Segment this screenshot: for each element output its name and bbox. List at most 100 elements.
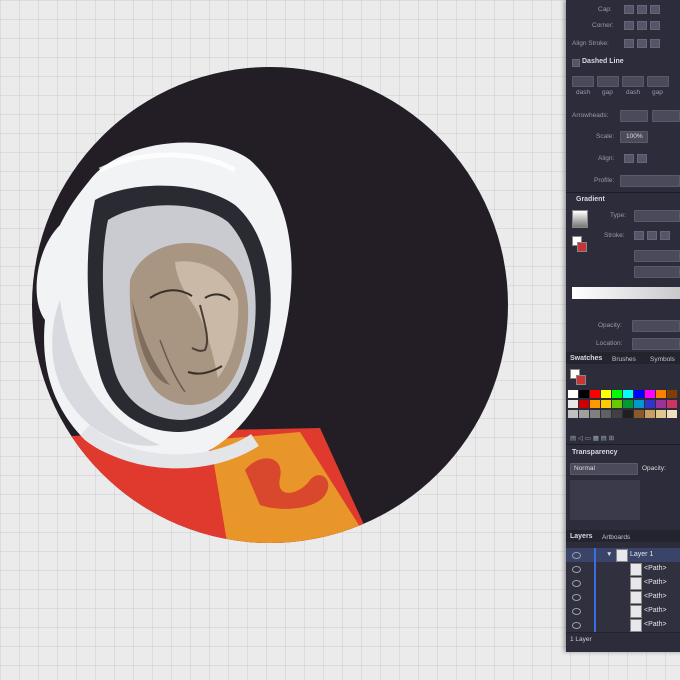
swatch-library-icon[interactable]: ▤ ◁ ▭ ▦ ▤ ⊞ [570,434,614,442]
color-swatch[interactable] [612,400,622,408]
sublayer-row[interactable]: <Path> [566,562,680,577]
tab-artboards[interactable]: Artboards [602,534,630,541]
transparency-title: Transparency [572,449,618,456]
tab-symbols[interactable]: Symbols [650,356,675,363]
panel-divider-2 [566,444,680,445]
stroke-swatch[interactable] [577,242,587,252]
align-inside-button[interactable] [637,39,647,48]
gradient-slider[interactable] [572,287,680,299]
color-swatch[interactable] [623,400,633,408]
color-swatch[interactable] [634,400,644,408]
blend-mode-value: Normal [574,465,595,472]
color-swatch[interactable] [656,390,666,398]
color-swatch[interactable] [590,400,600,408]
corner-bevel-button[interactable] [650,21,660,30]
color-swatch[interactable] [623,390,633,398]
disclosure-triangle-icon[interactable]: ▼ [606,551,612,558]
path-thumbnail [630,563,642,576]
tab-brushes[interactable]: Brushes [612,356,636,363]
path-label[interactable]: <Path> [644,621,667,628]
color-swatch[interactable] [634,410,644,418]
visibility-eye-icon[interactable] [572,608,581,615]
corner-miter-button[interactable] [624,21,634,30]
color-swatch[interactable] [601,410,611,418]
gradient-opacity-field[interactable] [632,320,680,332]
dash-field-1[interactable] [572,76,594,87]
color-swatch[interactable] [568,400,578,408]
scale-value: 100% [626,133,643,140]
layer-row-main[interactable]: ▼ Layer 1 [566,548,680,563]
color-swatch[interactable] [601,400,611,408]
gap-field-1[interactable] [597,76,619,87]
corner-round-button[interactable] [637,21,647,30]
visibility-eye-icon[interactable] [572,580,581,587]
visibility-eye-icon[interactable] [572,566,581,573]
cap-butt-button[interactable] [624,5,634,14]
tab-layers[interactable]: Layers [570,533,593,540]
gradient-opacity-label: Opacity: [598,322,622,329]
align-outside-button[interactable] [650,39,660,48]
arrowheads-label: Arrowheads: [572,112,609,119]
color-swatch[interactable] [623,410,633,418]
corner-label: Corner: [592,22,614,29]
gap-field-2[interactable] [647,76,669,87]
gradient-swatch[interactable] [572,210,588,228]
color-swatch[interactable] [667,410,677,418]
color-swatch[interactable] [645,400,655,408]
profile-select[interactable] [620,175,680,187]
gradient-aspect-field[interactable] [634,266,680,278]
sublayer-row[interactable]: <Path> [566,590,680,605]
path-label[interactable]: <Path> [644,579,667,586]
color-swatch[interactable] [579,410,589,418]
layer-thumbnail [616,549,628,562]
color-swatch[interactable] [634,390,644,398]
tab-swatches[interactable]: Swatches [570,355,602,362]
align-tip-button[interactable] [624,154,634,163]
color-swatch[interactable] [656,410,666,418]
dash-label-2: dash [626,89,641,96]
path-label[interactable]: <Path> [644,593,667,600]
gradient-type-select[interactable] [634,210,680,222]
arrowhead-start-select[interactable] [620,110,648,122]
path-thumbnail [630,577,642,590]
color-swatch[interactable] [568,410,578,418]
path-label[interactable]: <Path> [644,607,667,614]
visibility-eye-icon[interactable] [572,552,581,559]
color-swatch[interactable] [601,390,611,398]
color-swatch[interactable] [667,390,677,398]
path-label[interactable]: <Path> [644,565,667,572]
cap-square-button[interactable] [650,5,660,14]
align-place-button[interactable] [637,154,647,163]
gradient-location-field[interactable] [632,338,680,350]
visibility-eye-icon[interactable] [572,622,581,629]
color-swatch[interactable] [645,410,655,418]
scale-label: Scale: [596,133,615,140]
color-swatch[interactable] [656,400,666,408]
color-swatch[interactable] [590,410,600,418]
color-swatch[interactable] [568,390,578,398]
color-swatch[interactable] [579,400,589,408]
arrowhead-end-select[interactable] [652,110,680,122]
gradient-stroke-within-button[interactable] [634,231,644,240]
color-swatch[interactable] [579,390,589,398]
visibility-eye-icon[interactable] [572,594,581,601]
dash-label-1: dash [576,89,591,96]
layer-name[interactable]: Layer 1 [630,551,653,558]
color-swatch[interactable] [612,390,622,398]
align-center-button[interactable] [624,39,634,48]
cap-round-button[interactable] [637,5,647,14]
sublayer-row[interactable]: <Path> [566,618,680,633]
color-swatch[interactable] [612,410,622,418]
swatch-stroke-indicator[interactable] [576,375,586,385]
swatch-grid[interactable] [568,390,678,424]
gradient-stroke-along-button[interactable] [647,231,657,240]
gradient-angle-field[interactable] [634,250,680,262]
sublayer-row[interactable]: <Path> [566,576,680,591]
color-swatch[interactable] [667,400,677,408]
color-swatch[interactable] [590,390,600,398]
dash-field-2[interactable] [622,76,644,87]
dashed-line-checkbox[interactable] [572,59,580,67]
color-swatch[interactable] [645,390,655,398]
sublayer-row[interactable]: <Path> [566,604,680,619]
gradient-stroke-across-button[interactable] [660,231,670,240]
